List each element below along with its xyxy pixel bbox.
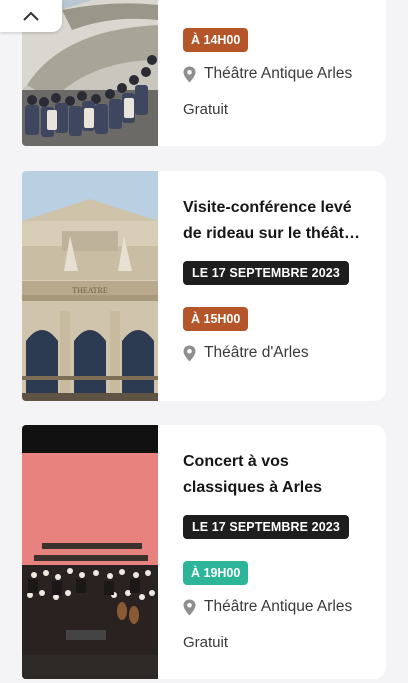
event-card-body: Concert à vos classiques à Arles LE 17 S…	[158, 425, 386, 679]
event-card-body: À 14H00 Théâtre Antique Arles Gratuit	[158, 0, 386, 146]
venue: Théâtre Antique Arles	[183, 598, 352, 616]
event-image	[22, 425, 158, 679]
event-image: THEATRE	[22, 171, 158, 401]
price-label: Gratuit	[183, 634, 229, 651]
venue-label: Théâtre d'Arles	[204, 344, 309, 361]
time-badge: À 19H00	[183, 561, 249, 585]
date-badge: LE 17 SEPTEMBRE 2023	[183, 261, 349, 285]
venue: Théâtre Antique Arles	[183, 65, 352, 83]
location-pin-icon	[183, 599, 196, 615]
event-card-body: Visite-conférence levé de rideau sur le …	[158, 171, 386, 401]
time-badge: À 15H00	[183, 307, 249, 331]
event-card[interactable]: Concert à vos classiques à Arles LE 17 S…	[22, 425, 386, 679]
venue: Théâtre d'Arles	[183, 344, 309, 362]
event-card[interactable]: THEATRE Visite-conférence levé de rideau…	[22, 171, 386, 401]
event-card[interactable]: À 14H00 Théâtre Antique Arles Gratuit	[22, 0, 386, 146]
svg-text:THEATRE: THEATRE	[72, 286, 108, 295]
date-badge: LE 17 SEPTEMBRE 2023	[183, 515, 349, 539]
price-label: Gratuit	[183, 101, 229, 118]
venue-label: Théâtre Antique Arles	[204, 65, 353, 82]
event-title[interactable]: Visite-conférence levé de rideau sur le …	[183, 195, 372, 247]
location-pin-icon	[183, 345, 196, 361]
location-pin-icon	[183, 66, 196, 82]
chevron-up-icon	[23, 11, 39, 21]
event-title[interactable]: Concert à vos classiques à Arles	[183, 449, 372, 501]
time-badge: À 14H00	[183, 28, 249, 52]
collapse-button[interactable]	[0, 0, 62, 32]
venue-label: Théâtre Antique Arles	[204, 598, 353, 615]
